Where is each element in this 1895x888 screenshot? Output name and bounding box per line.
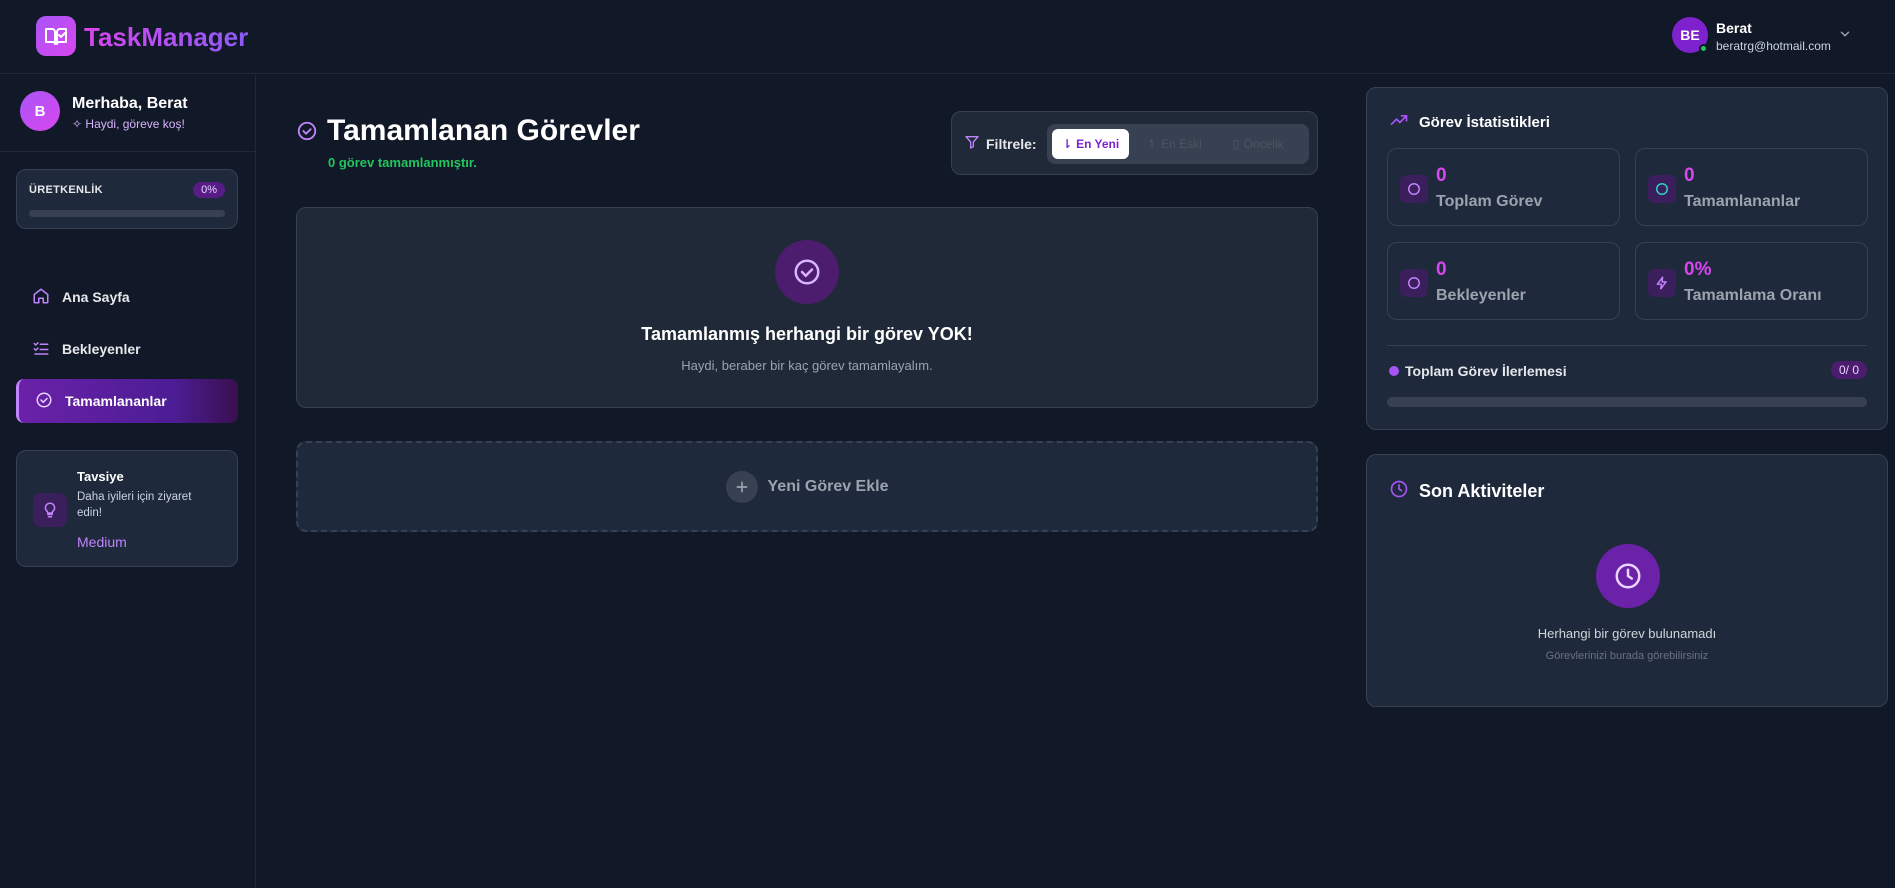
page-title: Tamamlanan Görevler [327,114,640,147]
stat-label: Toplam Görev [1436,193,1543,210]
sidebar-item-label: Tamamlananlar [65,393,167,409]
tip-card: Tavsiye Daha iyileri için ziyaret edin! … [16,450,238,567]
stat-label: Bekleyenler [1436,287,1526,304]
clock-icon [1389,479,1409,504]
circle-icon [1648,175,1676,203]
logo-icon[interactable] [36,16,76,56]
activity-empty-subtitle: Görevlerinizi burada görebilirsiniz [1545,650,1709,662]
check-circle-icon [775,240,839,304]
user-name[interactable]: Berat [1716,20,1752,36]
productivity-label: ÜRETKENLİK [29,184,103,196]
filter-icon [964,134,980,153]
progress-badge: 0/ 0 [1830,361,1867,379]
trending-up-icon [1389,110,1409,134]
online-status-dot [1699,44,1708,53]
divider [1387,345,1867,346]
tip-title: Tavsiye [77,469,124,484]
lightbulb-icon [33,493,67,527]
sidebar-item-pending[interactable]: Bekleyenler [16,327,238,371]
lightning-icon [1648,269,1676,297]
stat-pending: 0 Bekleyenler [1387,242,1620,320]
filter-option-label: En Yeni [1076,137,1120,151]
page-subtitle: 0 görev tamamlanmıştır. [328,155,477,170]
brand-name[interactable]: TaskManager [84,22,248,53]
recent-activity-panel: Son Aktiviteler Herhangi bir görev bulun… [1366,454,1888,707]
user-email: beratrg@hotmail.com [1716,39,1831,53]
filter-priority-button[interactable]: ▯ Öncelik [1223,129,1294,159]
tip-text: Daha iyileri için ziyaret edin! [77,491,192,519]
sidebar: B Merhaba, Berat ✧ Haydi, göreve koş! ÜR… [0,75,256,888]
empty-state-card: Tamamlanmış herhangi bir görev YOK! Hayd… [296,207,1318,408]
stat-completed: 0 Tamamlananlar [1635,148,1868,226]
progress-label: Toplam Görev İlerlemesi [1405,363,1567,379]
top-bar: TaskManager BE Berat beratrg@hotmail.com [0,0,1895,74]
circle-icon [1400,269,1428,297]
sort-desc-icon: ⇂ [1062,137,1073,151]
user-initials: BE [1680,27,1700,43]
stat-completion-rate: 0% Tamamlama Oranı [1635,242,1868,320]
stat-value: 0 [1684,165,1695,186]
circle-icon [1400,175,1428,203]
sidebar-item-label: Bekleyenler [62,341,141,357]
filter-options: ⇂ En Yeni ↿ En Eski ▯ Öncelik [1047,124,1309,164]
stats-title: Görev İstatistikleri [1419,113,1550,131]
stat-value: 0% [1684,259,1712,280]
sidebar-item-completed[interactable]: Tamamlananlar [16,379,238,423]
empty-state-title: Tamamlanmış herhangi bir görev YOK! [641,324,973,344]
empty-state-subtitle: Haydi, beraber bir kaç görev tamamlayalı… [681,358,933,373]
filter-label: Filtrele: [964,134,1037,153]
stat-value: 0 [1436,259,1447,280]
stat-value: 0 [1436,165,1447,186]
filter-newest-button[interactable]: ⇂ En Yeni [1052,129,1130,159]
productivity-card: ÜRETKENLİK 0% [16,169,238,229]
stats-header: Görev İstatistikleri [1389,110,1550,134]
productivity-bar [29,210,225,217]
plus-icon [725,470,758,503]
sidebar-item-label: Ana Sayfa [62,289,130,305]
add-task-label: Yeni Görev Ekle [767,477,889,495]
home-icon [32,287,50,308]
divider [0,151,255,152]
activity-title: Son Aktiviteler [1419,481,1545,501]
filter-label-text: Filtrele: [986,135,1037,152]
activity-empty-title: Herhangi bir görev bulunamadı [1537,626,1717,641]
user-avatar[interactable]: BE [1672,17,1708,53]
activity-header: Son Aktiviteler [1389,479,1544,504]
chevron-down-icon[interactable] [1838,27,1852,46]
filter-oldest-button[interactable]: ↿ En Eski [1137,129,1212,159]
motto-text: Haydi, göreve koş! [85,117,185,131]
stat-label: Tamamlama Oranı [1684,287,1822,304]
sparkle-icon: ✧ [72,117,83,131]
progress-dot [1389,366,1399,376]
sidebar-item-home[interactable]: Ana Sayfa [16,275,238,319]
check-circle-icon [296,120,318,147]
greeting: Merhaba, Berat [72,95,188,112]
filter-option-label: En Eski [1161,137,1202,151]
productivity-badge: 0% [193,182,225,198]
task-stats-panel: Görev İstatistikleri 0 Toplam Görev 0 Ta… [1366,87,1888,430]
clock-icon [1596,544,1660,608]
add-task-button[interactable]: Yeni Görev Ekle [296,441,1318,532]
filter-bar: Filtrele: ⇂ En Yeni ↿ En Eski ▯ Öncelik [951,111,1318,175]
sort-asc-icon: ↿ [1147,137,1158,151]
progress-bar [1387,397,1867,407]
medium-link[interactable]: Medium [77,534,127,550]
motto: ✧ Haydi, göreve koş! [72,117,185,131]
list-check-icon [32,339,50,360]
priority-icon: ▯ [1233,137,1240,151]
filter-option-label: Öncelik [1243,137,1284,151]
sidebar-avatar: B [20,91,60,131]
stat-total-tasks: 0 Toplam Görev [1387,148,1620,226]
check-circle-icon [35,391,53,412]
stat-label: Tamamlananlar [1684,193,1801,210]
